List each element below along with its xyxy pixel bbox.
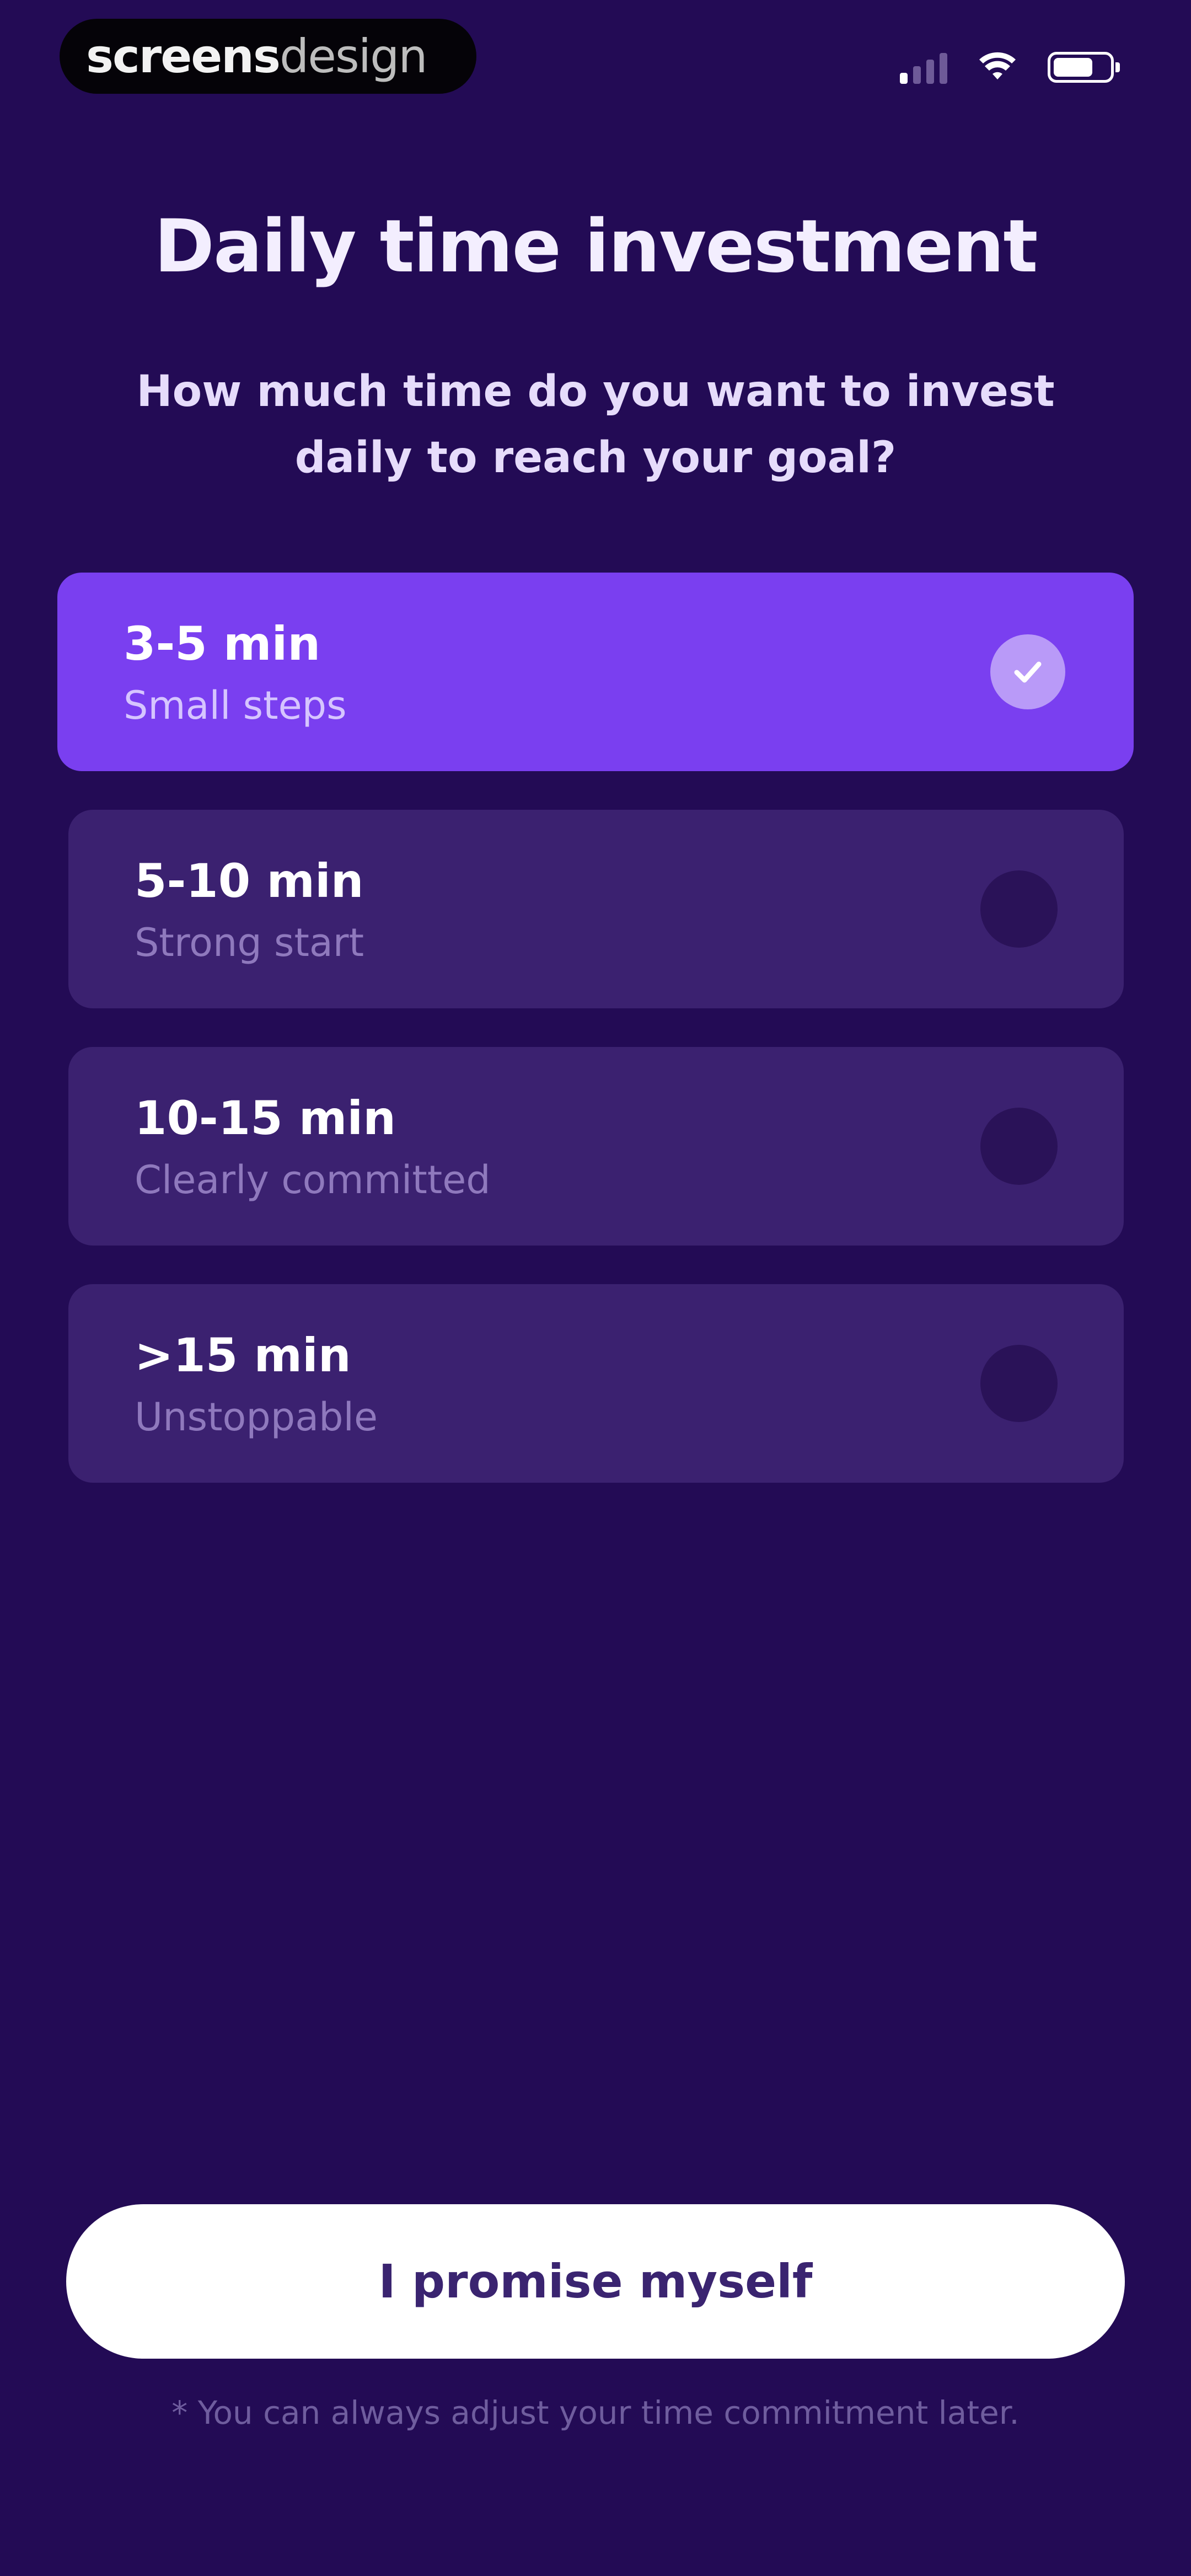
radio-unchecked-icon	[980, 1108, 1058, 1185]
time-option-list: 3-5 min Small steps 5-10 min Strong star…	[57, 573, 1134, 1521]
option-sublabel: Small steps	[124, 683, 347, 728]
time-option-3-5-min[interactable]: 3-5 min Small steps	[57, 573, 1134, 771]
radio-unchecked-icon	[980, 870, 1058, 948]
checkmark-icon	[990, 634, 1065, 709]
onboarding-screen: screensdesign Daily time investment How …	[0, 0, 1191, 2576]
radio-unchecked-icon	[980, 1345, 1058, 1422]
option-label: >15 min	[135, 1328, 351, 1382]
wifi-icon	[978, 51, 1017, 84]
option-label: 5-10 min	[135, 854, 364, 908]
option-label: 3-5 min	[124, 617, 321, 671]
promise-button[interactable]: I promise myself	[66, 2204, 1125, 2359]
option-label: 10-15 min	[135, 1091, 396, 1145]
option-sublabel: Clearly committed	[135, 1157, 491, 1203]
brand-light-text: design	[279, 29, 428, 83]
time-option-5-10-min[interactable]: 5-10 min Strong start	[68, 810, 1124, 1008]
option-sublabel: Strong start	[135, 920, 364, 965]
brand-logo-text: screensdesign	[86, 29, 428, 83]
brand-bold-text: screens	[86, 29, 281, 83]
status-icons	[900, 51, 1120, 84]
cellular-signal-icon	[900, 51, 947, 84]
brand-watermark: screensdesign	[60, 19, 476, 94]
footnote-text: * You can always adjust your time commit…	[171, 2394, 1020, 2431]
page-title: Daily time investment	[154, 204, 1038, 289]
time-option-over-15-min[interactable]: >15 min Unstoppable	[68, 1284, 1124, 1483]
page-subtitle: How much time do you want to invest dail…	[136, 367, 1055, 483]
time-option-10-15-min[interactable]: 10-15 min Clearly committed	[68, 1047, 1124, 1246]
option-sublabel: Unstoppable	[135, 1394, 378, 1440]
battery-icon	[1048, 52, 1120, 83]
